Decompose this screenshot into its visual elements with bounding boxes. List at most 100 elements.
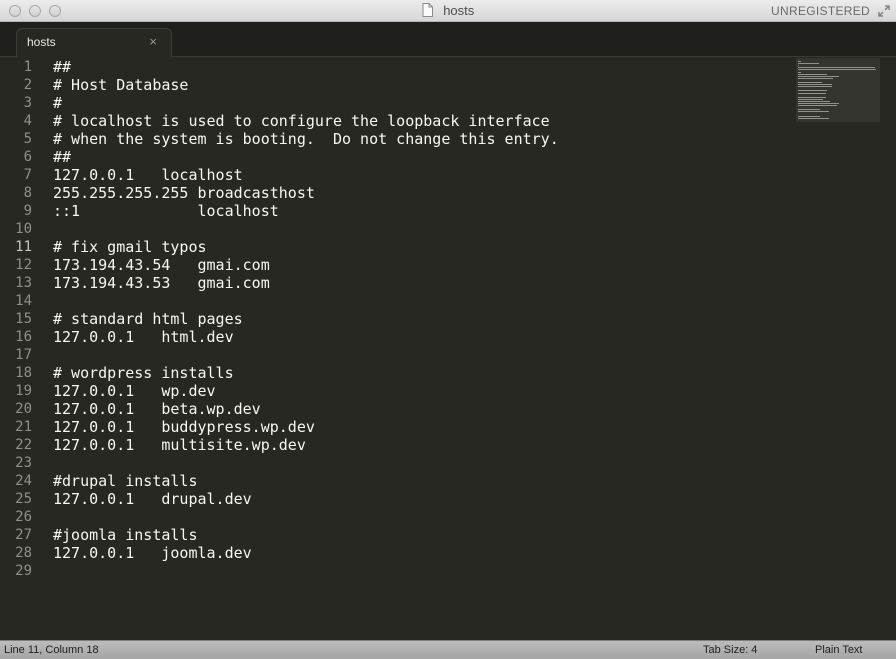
minimap-line	[798, 86, 832, 88]
line-number: 21	[15, 419, 32, 435]
line-number: 20	[15, 401, 32, 417]
code-line[interactable]	[53, 220, 793, 238]
minimap-line	[798, 92, 826, 94]
code-line[interactable]: 127.0.0.1 drupal.dev	[53, 490, 793, 508]
title-bar[interactable]: hosts UNREGISTERED	[0, 0, 896, 22]
tab-size-selector[interactable]: Tab Size: 4	[703, 641, 757, 659]
code-line[interactable]: #drupal installs	[53, 472, 793, 490]
code-line[interactable]: #	[53, 94, 793, 112]
line-number: 28	[15, 545, 32, 561]
minimap-line	[798, 115, 821, 117]
line-number: 13	[15, 275, 32, 291]
minimap-line	[798, 96, 826, 98]
syntax-selector[interactable]: Plain Text	[815, 641, 863, 659]
code-line[interactable]: 173.194.43.53 gmai.com	[53, 274, 793, 292]
close-icon[interactable]: ×	[149, 29, 157, 55]
minimap-line	[798, 63, 819, 65]
line-number: 2	[23, 77, 32, 93]
line-number: 18	[15, 365, 32, 381]
minimap[interactable]	[796, 58, 880, 122]
line-number: 24	[15, 473, 32, 489]
line-number: 3	[23, 95, 32, 111]
minimap-line	[798, 100, 831, 102]
line-number: 27	[15, 527, 32, 543]
text-editor[interactable]: 1 2 3 4 5 6 7 8 9 10 11 12 13 14 15 16 17 18 19 20 21 22 23 24 2…	[0, 57, 896, 640]
minimap-line	[798, 77, 833, 79]
line-number: 19	[15, 383, 32, 399]
minimap-line	[798, 109, 821, 111]
minimap-line	[798, 69, 876, 71]
tab-bar: hosts ×	[0, 22, 896, 57]
line-number: 9	[23, 203, 32, 219]
code-line[interactable]	[53, 508, 793, 526]
code-line[interactable]: 173.194.43.54 gmai.com	[53, 256, 793, 274]
window-title: hosts	[443, 3, 475, 18]
minimap-line	[798, 65, 800, 67]
code-line[interactable]: ##	[53, 58, 793, 76]
code-line[interactable]	[53, 562, 793, 580]
status-bar: Line 11, Column 18 Tab Size: 4 Plain Tex…	[0, 640, 896, 659]
line-number: 15	[15, 311, 32, 327]
code-line[interactable]: # when the system is booting. Do not cha…	[53, 130, 793, 148]
code-line[interactable]: # wordpress installs	[53, 364, 793, 382]
tab-label: hosts	[27, 35, 56, 49]
code-line[interactable]: 127.0.0.1 joomla.dev	[53, 544, 793, 562]
line-number: 17	[15, 347, 32, 363]
line-number: 1	[23, 59, 32, 75]
fullscreen-icon[interactable]	[878, 5, 890, 17]
minimap-line	[798, 84, 832, 86]
line-number: 7	[23, 167, 32, 183]
code-line[interactable]: ::1 localhost	[53, 202, 793, 220]
code-line[interactable]: 127.0.0.1 beta.wp.dev	[53, 400, 793, 418]
code-line[interactable]: 127.0.0.1 localhost	[53, 166, 793, 184]
minimap-line	[798, 117, 829, 119]
code-line[interactable]: # localhost is used to configure the loo…	[53, 112, 793, 130]
code-line[interactable]: 127.0.0.1 multisite.wp.dev	[53, 436, 793, 454]
tab-hosts[interactable]: hosts ×	[16, 28, 172, 57]
minimap-line	[798, 103, 839, 104]
minimap-line	[798, 61, 801, 62]
window-title-area: hosts	[0, 0, 896, 22]
code-area[interactable]: ## # Host Database # # localhost is used to…	[53, 57, 793, 579]
code-line[interactable]: 127.0.0.1 html.dev	[53, 328, 793, 346]
unregistered-badge: UNREGISTERED	[771, 4, 870, 18]
minimap-line	[798, 90, 828, 92]
line-number-gutter: 1 2 3 4 5 6 7 8 9 10 11 12 13 14 15 16 17 18 19 20 21 22 23 24 2…	[0, 57, 42, 579]
code-line[interactable]	[53, 454, 793, 472]
code-line[interactable]: 127.0.0.1 wp.dev	[53, 382, 793, 400]
code-line[interactable]: # standard html pages	[53, 310, 793, 328]
line-number: 29	[15, 563, 32, 579]
line-number: 25	[15, 491, 32, 507]
line-number: 8	[23, 185, 32, 201]
code-line[interactable]: 127.0.0.1 buddypress.wp.dev	[53, 418, 793, 436]
minimap-line	[798, 67, 875, 69]
code-line[interactable]: ##	[53, 148, 793, 166]
cursor-position: Line 11, Column 18	[4, 644, 99, 656]
line-number: 16	[15, 329, 32, 345]
line-number: 6	[23, 149, 32, 165]
code-line[interactable]: # Host Database	[53, 76, 793, 94]
line-number: 4	[23, 113, 32, 129]
code-line[interactable]	[53, 292, 793, 310]
minimap-line	[798, 75, 839, 77]
line-number: 10	[15, 221, 32, 237]
line-number: 23	[15, 455, 32, 471]
minimap-line	[798, 82, 822, 83]
code-line[interactable]: 255.255.255.255 broadcasthost	[53, 184, 793, 202]
minimap-line	[798, 111, 829, 113]
minimap-line	[798, 71, 801, 73]
line-number: 11	[15, 239, 32, 255]
minimap-line	[798, 73, 828, 75]
editor-window: hosts UNREGISTERED hosts × 1 2 3 4 5 6 7 8 9 10 11…	[0, 0, 896, 659]
line-number: 12	[15, 257, 32, 273]
code-line[interactable]	[53, 346, 793, 364]
document-icon	[422, 2, 433, 17]
code-line[interactable]: #joomla installs	[53, 526, 793, 544]
minimap-line	[798, 105, 838, 107]
line-number: 22	[15, 437, 32, 453]
minimap-line	[798, 98, 824, 100]
line-number: 14	[15, 293, 32, 309]
line-number: 26	[15, 509, 32, 525]
code-line[interactable]: # fix gmail typos	[53, 238, 793, 256]
line-number: 5	[23, 131, 32, 147]
